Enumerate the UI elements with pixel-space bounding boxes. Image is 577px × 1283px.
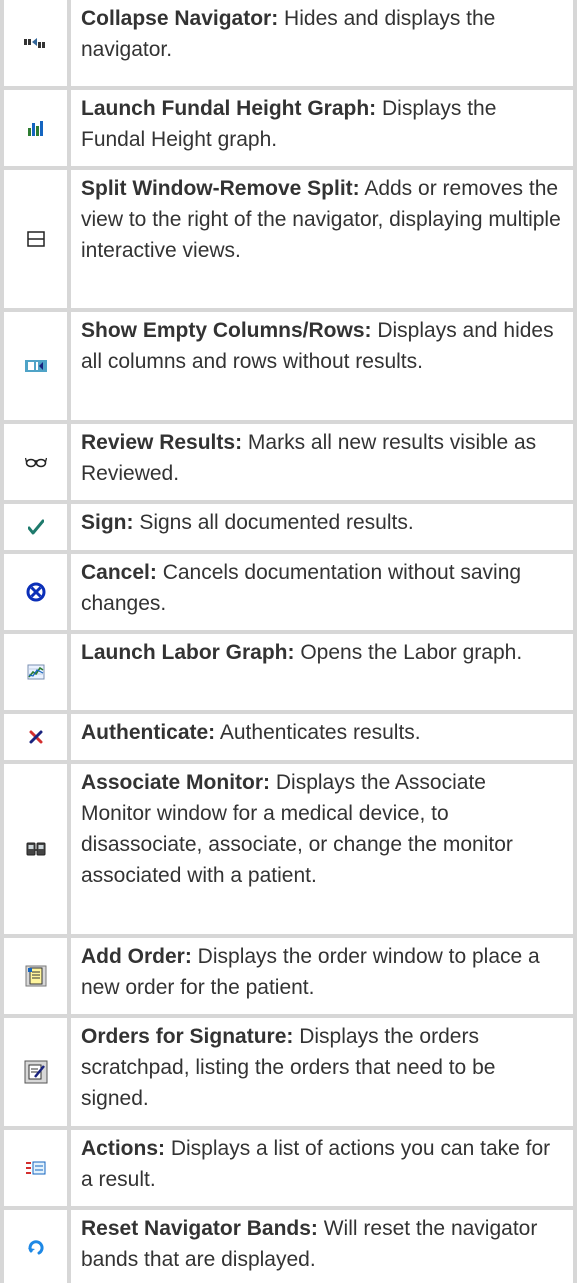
row-description: Authenticate: Authenticates results.	[71, 714, 573, 760]
sign-checkmark-icon	[27, 519, 44, 535]
icon-cell	[4, 0, 71, 86]
table-row: Authenticate: Authenticates results.	[4, 714, 573, 760]
authenticate-x-icon	[28, 729, 44, 745]
table-row: Actions: Displays a list of actions you …	[4, 1130, 573, 1206]
icon-cell	[4, 634, 71, 710]
cancel-circle-x-icon	[26, 582, 46, 602]
review-results-glasses-icon	[24, 456, 47, 468]
row-desc: Opens the Labor graph.	[294, 641, 523, 664]
table-row: Collapse Navigator: Hides and displays t…	[4, 0, 573, 86]
table-row: Show Empty Columns/Rows: Displays and hi…	[4, 312, 573, 420]
show-empty-columns-icon	[24, 359, 47, 373]
row-title: Authenticate:	[81, 721, 216, 744]
row-title: Show Empty Columns/Rows:	[81, 319, 372, 342]
row-description: Associate Monitor: Displays the Associat…	[71, 764, 573, 934]
icon-cell	[4, 312, 71, 420]
row-description: Sign: Signs all documented results.	[71, 504, 573, 550]
row-description: Launch Labor Graph: Opens the Labor grap…	[71, 634, 573, 710]
table-row: Add Order: Displays the order window to …	[4, 938, 573, 1014]
table-row: Associate Monitor: Displays the Associat…	[4, 764, 573, 934]
row-desc: Authenticates results.	[215, 721, 421, 744]
orders-for-signature-icon	[24, 1060, 48, 1084]
row-title: Cancel:	[81, 561, 157, 584]
table-row: Split Window-Remove Split: Adds or remov…	[4, 170, 573, 308]
row-title: Split Window-Remove Split:	[81, 177, 360, 200]
row-description: Show Empty Columns/Rows: Displays and hi…	[71, 312, 573, 420]
row-description: Cancel: Cancels documentation without sa…	[71, 554, 573, 630]
row-title: Associate Monitor:	[81, 771, 271, 794]
icon-cell	[4, 938, 71, 1014]
row-title: Review Results:	[81, 431, 243, 454]
row-title: Actions:	[81, 1137, 165, 1160]
add-order-icon	[25, 965, 47, 987]
icon-cell	[4, 554, 71, 630]
table-row: Launch Fundal Height Graph: Displays the…	[4, 90, 573, 166]
icon-cell	[4, 504, 71, 550]
table-row: Cancel: Cancels documentation without sa…	[4, 554, 573, 630]
row-title: Reset Navigator Bands:	[81, 1217, 318, 1240]
row-title: Orders for Signature:	[81, 1025, 294, 1048]
row-description: Actions: Displays a list of actions you …	[71, 1130, 573, 1206]
reset-navigator-bands-icon	[27, 1239, 45, 1255]
icon-cell	[4, 1018, 71, 1126]
row-title: Collapse Navigator:	[81, 7, 279, 30]
row-desc: Signs all documented results.	[133, 511, 414, 534]
row-title: Launch Fundal Height Graph:	[81, 97, 377, 120]
labor-graph-icon	[27, 664, 45, 680]
table-row: Review Results: Marks all new results vi…	[4, 424, 573, 500]
row-description: Launch Fundal Height Graph: Displays the…	[71, 90, 573, 166]
row-description: Add Order: Displays the order window to …	[71, 938, 573, 1014]
table-row: Reset Navigator Bands: Will reset the na…	[4, 1210, 573, 1283]
icon-cell	[4, 764, 71, 934]
row-description: Review Results: Marks all new results vi…	[71, 424, 573, 500]
row-description: Reset Navigator Bands: Will reset the na…	[71, 1210, 573, 1283]
table-row: Launch Labor Graph: Opens the Labor grap…	[4, 634, 573, 710]
table-row: Orders for Signature: Displays the order…	[4, 1018, 573, 1126]
icon-cell	[4, 424, 71, 500]
icon-cell	[4, 1130, 71, 1206]
icon-cell	[4, 90, 71, 166]
row-title: Add Order:	[81, 945, 192, 968]
row-description: Collapse Navigator: Hides and displays t…	[71, 0, 573, 86]
icon-cell	[4, 1210, 71, 1283]
table-row: Sign: Signs all documented results.	[4, 504, 573, 550]
fundal-height-graph-icon	[27, 120, 45, 136]
icon-cell	[4, 170, 71, 308]
row-description: Orders for Signature: Displays the order…	[71, 1018, 573, 1126]
row-description: Split Window-Remove Split: Adds or remov…	[71, 170, 573, 308]
split-window-icon	[26, 231, 45, 247]
collapse-navigator-icon	[23, 36, 48, 50]
associate-monitor-icon	[26, 841, 46, 857]
toolbar-icons-reference-table: Collapse Navigator: Hides and displays t…	[0, 0, 577, 1283]
actions-list-icon	[25, 1160, 47, 1176]
row-title: Launch Labor Graph:	[81, 641, 295, 664]
row-title: Sign:	[81, 511, 134, 534]
icon-cell	[4, 714, 71, 760]
